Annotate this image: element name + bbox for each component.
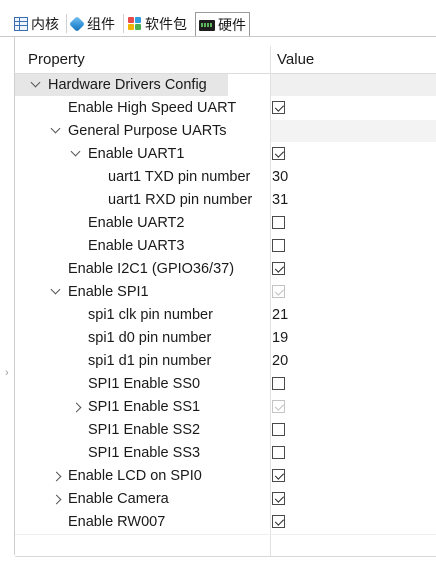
tab-components-label: 组件 bbox=[87, 16, 115, 32]
hardware-board-icon bbox=[199, 20, 215, 31]
tree-row-spi1-d0[interactable]: spi1 d0 pin number 19 bbox=[15, 327, 436, 350]
checkbox[interactable] bbox=[272, 101, 285, 114]
tree-row-general-purpose-uarts[interactable]: General Purpose UARTs bbox=[15, 120, 436, 143]
tab-hardware[interactable]: 硬件 bbox=[195, 12, 250, 37]
checkbox[interactable] bbox=[272, 423, 285, 436]
expand-chevron-icon[interactable] bbox=[52, 492, 64, 506]
tab-divider bbox=[123, 14, 124, 33]
property-table-header: Property Value bbox=[15, 46, 436, 74]
tree-row-enable-i2c1[interactable]: Enable I2C1 (GPIO36/37) bbox=[15, 258, 436, 281]
row-label: Enable I2C1 (GPIO36/37) bbox=[68, 261, 235, 277]
value-field[interactable]: 31 bbox=[272, 192, 288, 208]
row-label: Enable UART3 bbox=[88, 238, 185, 254]
tree-row-spi1-d1[interactable]: spi1 d1 pin number 20 bbox=[15, 350, 436, 373]
row-label: spi1 clk pin number bbox=[88, 307, 213, 323]
tree-row-enable-rw007[interactable]: Enable RW007 bbox=[15, 511, 436, 534]
column-header-property[interactable]: Property bbox=[28, 51, 85, 68]
tree-row-enable-uart1[interactable]: Enable UART1 bbox=[15, 143, 436, 166]
row-label: SPI1 Enable SS0 bbox=[88, 376, 201, 392]
expand-chevron-icon[interactable] bbox=[30, 78, 42, 92]
value-field[interactable]: 30 bbox=[272, 169, 288, 185]
row-label: Enable UART2 bbox=[88, 215, 185, 231]
checkbox[interactable] bbox=[272, 400, 285, 413]
table-bottom-border bbox=[15, 556, 436, 557]
tree-row-spi1-ss0[interactable]: SPI1 Enable SS0 bbox=[15, 373, 436, 396]
row-label: SPI1 Enable SS2 bbox=[88, 422, 201, 438]
value-field[interactable]: 20 bbox=[272, 353, 288, 369]
tree-row-enable-uart3[interactable]: Enable UART3 bbox=[15, 235, 436, 258]
tree-row-uart1-rxd[interactable]: uart1 RXD pin number 31 bbox=[15, 189, 436, 212]
tree-row-spi1-ss1[interactable]: SPI1 Enable SS1 bbox=[15, 396, 436, 419]
expand-chevron-icon[interactable] bbox=[52, 469, 64, 483]
expand-chevron-icon[interactable] bbox=[70, 147, 82, 161]
collapse-chevron-icon[interactable]: › bbox=[5, 367, 9, 379]
column-header-value[interactable]: Value bbox=[277, 51, 314, 68]
expand-chevron-icon[interactable] bbox=[50, 124, 62, 138]
row-label: Enable High Speed UART bbox=[68, 100, 237, 116]
left-gutter: › bbox=[0, 37, 14, 565]
row-label: Enable RW007 bbox=[68, 514, 166, 530]
row-label: spi1 d1 pin number bbox=[88, 353, 212, 369]
row-label: Enable Camera bbox=[68, 491, 169, 507]
checkbox[interactable] bbox=[272, 515, 285, 528]
tree-row-enable-spi1[interactable]: Enable SPI1 bbox=[15, 281, 436, 304]
tab-packages-label: 软件包 bbox=[145, 16, 187, 32]
tree-row-spi1-clk[interactable]: spi1 clk pin number 21 bbox=[15, 304, 436, 327]
tree-row-enable-camera[interactable]: Enable Camera bbox=[15, 488, 436, 511]
editor-tab-bar: 内核 组件 软件包 硬件 bbox=[0, 0, 436, 37]
row-label: Enable SPI1 bbox=[68, 284, 149, 300]
checkbox[interactable] bbox=[272, 377, 285, 390]
tree-row-spi1-ss2[interactable]: SPI1 Enable SS2 bbox=[15, 419, 436, 442]
table-icon bbox=[14, 17, 28, 31]
row-label: uart1 RXD pin number bbox=[108, 192, 253, 208]
tab-hardware-label: 硬件 bbox=[218, 17, 246, 33]
checkbox[interactable] bbox=[272, 216, 285, 229]
tab-components[interactable]: 组件 bbox=[69, 13, 115, 35]
row-label: SPI1 Enable SS3 bbox=[88, 445, 201, 461]
row-label: SPI1 Enable SS1 bbox=[88, 399, 201, 415]
tree-row-hardware-drivers-config[interactable]: Hardware Drivers Config bbox=[15, 74, 436, 97]
tab-kernel-label: 内核 bbox=[31, 16, 59, 32]
row-label: spi1 d0 pin number bbox=[88, 330, 212, 346]
tree-row-enable-high-speed-uart[interactable]: Enable High Speed UART bbox=[15, 97, 436, 120]
cube-icon bbox=[69, 16, 85, 32]
tree-row-spi1-ss3[interactable]: SPI1 Enable SS3 bbox=[15, 442, 436, 465]
tree-row-enable-uart2[interactable]: Enable UART2 bbox=[15, 212, 436, 235]
checkbox[interactable] bbox=[272, 147, 285, 160]
tab-divider bbox=[66, 14, 67, 33]
value-field[interactable]: 19 bbox=[272, 330, 288, 346]
row-label: Enable UART1 bbox=[88, 146, 185, 162]
checkbox[interactable] bbox=[272, 469, 285, 482]
checkbox[interactable] bbox=[272, 262, 285, 275]
checkbox[interactable] bbox=[272, 446, 285, 459]
expand-chevron-icon[interactable] bbox=[50, 285, 62, 299]
tree-row-uart1-txd[interactable]: uart1 TXD pin number 30 bbox=[15, 166, 436, 189]
tab-kernel[interactable]: 内核 bbox=[14, 13, 59, 35]
expand-chevron-icon[interactable] bbox=[72, 400, 84, 414]
row-separator bbox=[15, 534, 436, 535]
package-icon bbox=[128, 17, 142, 31]
checkbox[interactable] bbox=[272, 239, 285, 252]
value-field[interactable]: 21 bbox=[272, 307, 288, 323]
tab-packages[interactable]: 软件包 bbox=[128, 13, 187, 35]
tab-underline bbox=[0, 36, 436, 37]
row-label: uart1 TXD pin number bbox=[108, 169, 251, 185]
row-label: Hardware Drivers Config bbox=[48, 77, 207, 93]
checkbox[interactable] bbox=[272, 492, 285, 505]
checkbox[interactable] bbox=[272, 285, 285, 298]
row-label: Enable LCD on SPI0 bbox=[68, 468, 202, 484]
row-label: General Purpose UARTs bbox=[68, 123, 227, 139]
tree-row-enable-lcd-spi0[interactable]: Enable LCD on SPI0 bbox=[15, 465, 436, 488]
